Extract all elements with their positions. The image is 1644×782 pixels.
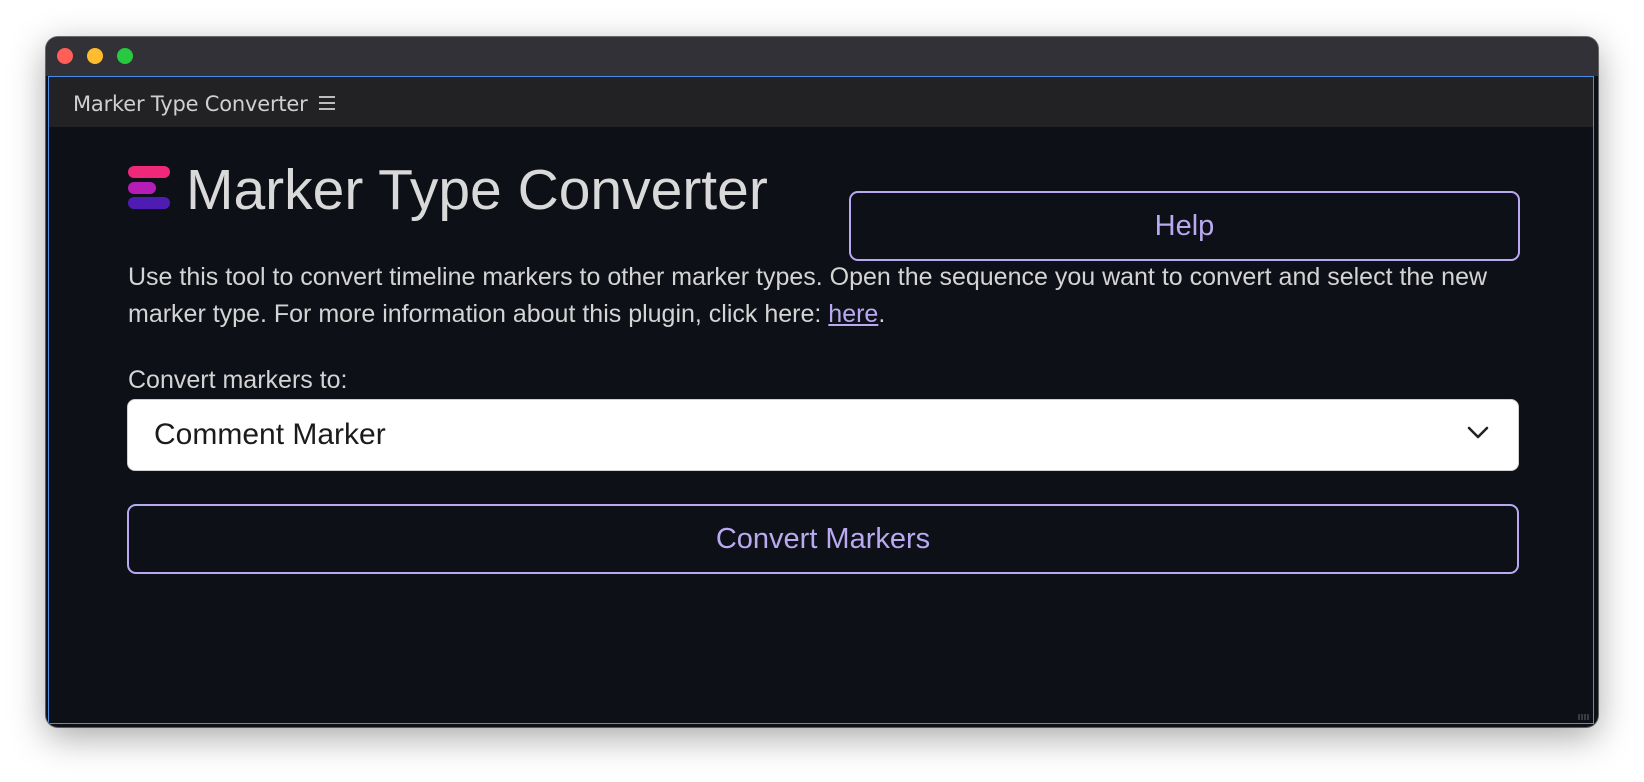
more-info-link[interactable]: here: [828, 300, 878, 328]
marker-type-select[interactable]: Comment Marker: [127, 399, 1519, 471]
marker-type-selected-value: Comment Marker: [154, 418, 386, 451]
minimize-window-button[interactable]: [87, 48, 103, 64]
description-body: Use this tool to convert timeline marker…: [128, 263, 1488, 328]
app-window: Marker Type Converter Marker Type Conver…: [46, 37, 1598, 727]
description-text: Use this tool to convert timeline marker…: [128, 259, 1523, 333]
extension-panel: Marker Type Converter Marker Type Conver…: [48, 76, 1594, 724]
window-titlebar[interactable]: [46, 37, 1598, 76]
app-title: Marker Type Converter: [186, 158, 768, 222]
marker-stack-icon: [128, 166, 170, 210]
close-window-button[interactable]: [57, 48, 73, 64]
zoom-window-button[interactable]: [117, 48, 133, 64]
marker-type-label: Convert markers to:: [128, 366, 348, 394]
panel-tab[interactable]: Marker Type Converter: [49, 77, 1593, 127]
help-button[interactable]: Help: [849, 191, 1520, 261]
hamburger-icon[interactable]: [319, 96, 335, 110]
convert-markers-button[interactable]: Convert Markers: [127, 504, 1519, 574]
chevron-down-icon: [1467, 426, 1489, 439]
description-end: .: [878, 300, 886, 328]
resize-grip-icon[interactable]: [1577, 713, 1591, 721]
panel-tab-title: Marker Type Converter: [73, 92, 308, 116]
